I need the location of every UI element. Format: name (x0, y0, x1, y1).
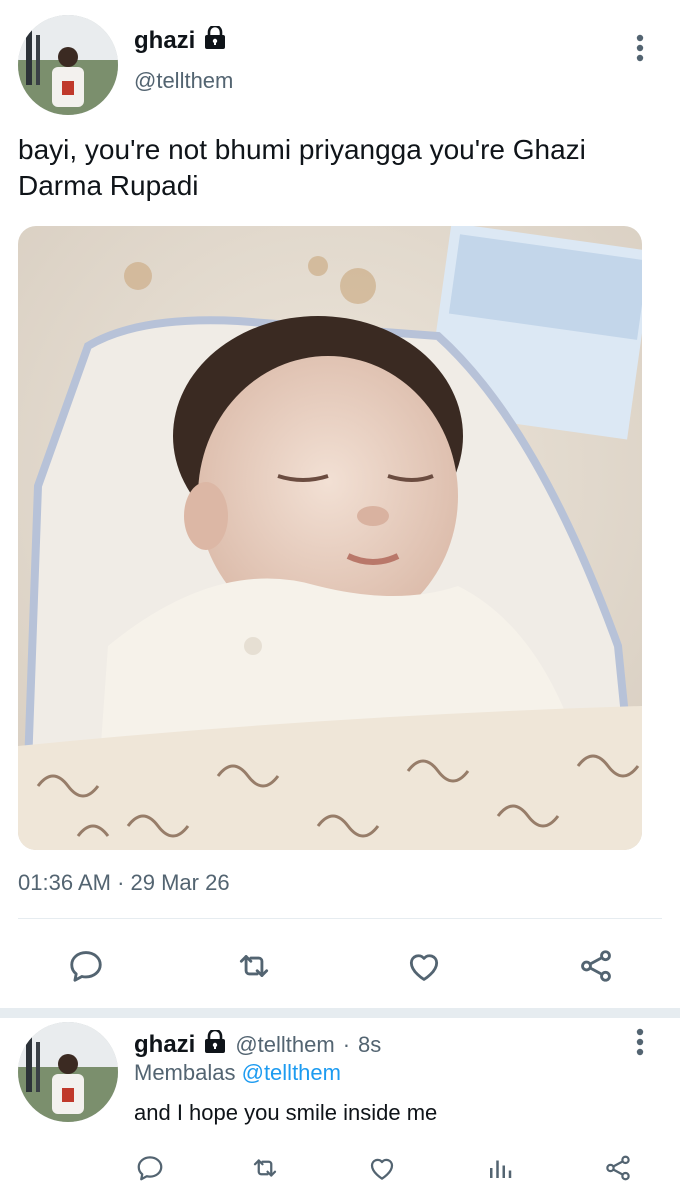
tweet-text: bayi, you're not bhumi priyangga you're … (18, 134, 586, 201)
baby-photo-image (18, 226, 642, 850)
lock-icon (203, 24, 227, 55)
replying-prefix: Membalas (134, 1060, 236, 1085)
avatar-photo (18, 1022, 118, 1122)
section-divider (0, 1008, 680, 1018)
more-options-icon[interactable] (624, 30, 656, 66)
reply-author-display-name[interactable]: ghazi (134, 1031, 195, 1059)
reply-time: 8s (358, 1031, 382, 1057)
reply-author-avatar[interactable] (18, 1022, 118, 1122)
reply-more-options-icon[interactable] (624, 1024, 656, 1060)
reply-time-separator: · (342, 1031, 351, 1057)
retweet-icon[interactable] (230, 942, 278, 990)
author-avatar[interactable] (18, 15, 118, 115)
share-icon[interactable] (572, 942, 620, 990)
reply-retweet-icon[interactable] (245, 1148, 285, 1188)
reply-reply-icon[interactable] (130, 1148, 170, 1188)
reply-icon[interactable] (62, 942, 110, 990)
heart-icon[interactable] (400, 942, 448, 990)
reply-share-icon[interactable] (598, 1148, 638, 1188)
reply-heart-icon[interactable] (362, 1148, 402, 1188)
replying-to-link[interactable]: @tellthem (242, 1060, 341, 1085)
author-handle[interactable]: @tellthem (134, 68, 233, 94)
analytics-icon[interactable] (480, 1148, 520, 1188)
divider (18, 918, 662, 919)
tweet-photo[interactable] (18, 226, 642, 850)
reply-author-handle[interactable]: @tellthem (235, 1032, 334, 1058)
avatar-photo (18, 15, 118, 115)
reply-text: and I hope you smile inside me (134, 1100, 438, 1125)
author-display-name[interactable]: ghazi (134, 27, 195, 55)
tweet-timestamp[interactable]: 01:36 AM · 29 Mar 26 (18, 870, 230, 896)
replying-to-line: Membalas @tellthem (134, 1060, 341, 1086)
lock-icon (203, 1028, 227, 1059)
